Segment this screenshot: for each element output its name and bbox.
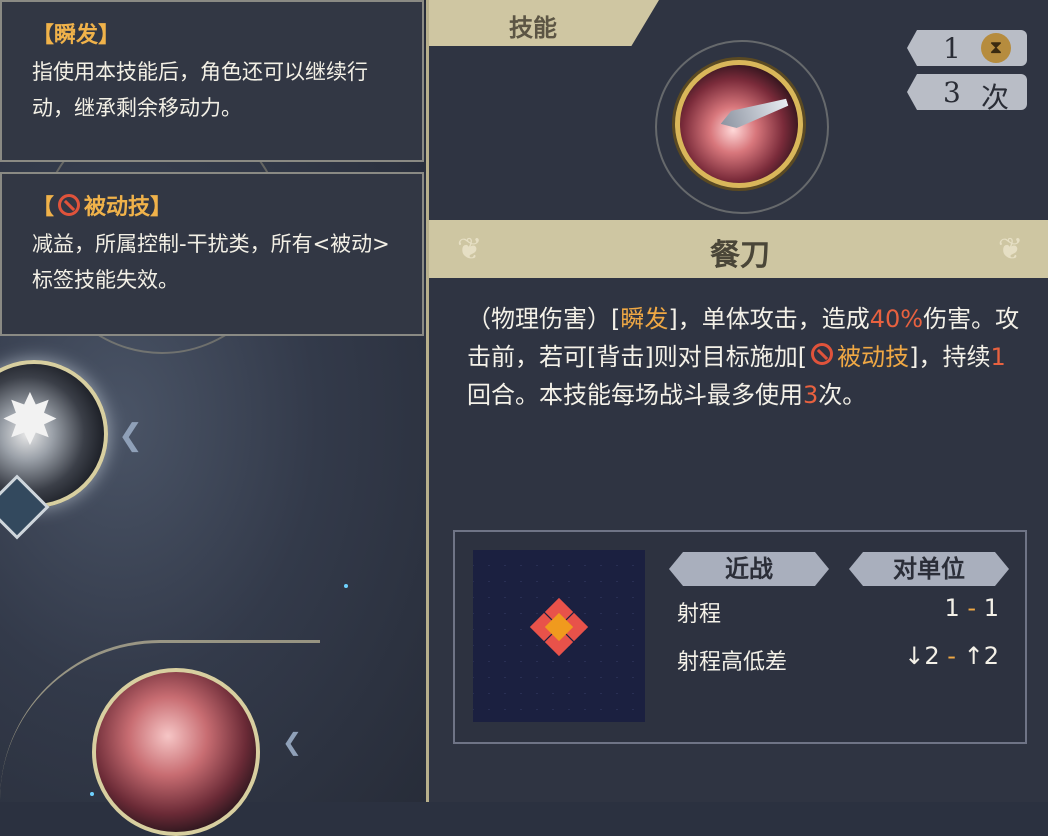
tab-skill-label: 技能 — [509, 14, 557, 42]
skill-orb-bottom[interactable] — [92, 668, 260, 836]
desc-text: 回合。本技能每场战斗最多使用 — [467, 381, 803, 409]
range-label: 射程 — [677, 602, 722, 627]
uses-value: 3 — [943, 76, 961, 109]
tooltip-title-main: 被动技 — [84, 195, 151, 220]
uses-counter: 3 次 — [907, 74, 1027, 110]
desc-text: ]，单体攻击，造成 — [668, 305, 870, 333]
keyword-instant-link[interactable]: 瞬发 — [620, 305, 668, 333]
keyword-tooltip-instant: 【瞬发】 指使用本技能后，角色还可以继续行动，继承剩余移动力。 — [0, 0, 424, 162]
cooldown-counter: 1 ⧗ — [907, 30, 1027, 66]
skill-description: （物理伤害）[瞬发]，单体攻击，造成40%伤害。攻击前，若可[背击]则对目标施加… — [467, 300, 1027, 414]
max-uses-value: 3 — [803, 381, 819, 409]
star-burst-icon: ✸ — [0, 379, 60, 461]
height-diff-label: 射程高低差 — [677, 650, 788, 675]
height-up: ↑2 — [963, 642, 999, 670]
range-value: 1 - 1 — [944, 594, 999, 622]
uses-unit: 次 — [981, 81, 1010, 114]
hourglass-icon: ⧗ — [981, 33, 1011, 63]
keyword-tooltip-passive-block: 【 被动技 】 减益，所属控制-干扰类，所有<被动>标签技能失效。 — [0, 172, 424, 336]
tooltip-title-close: 】 — [150, 195, 173, 220]
desc-text: 次。 — [818, 381, 867, 409]
tooltip-title: 【 被动技 】 — [32, 190, 402, 220]
cooldown-value: 1 — [943, 32, 961, 65]
skill-name: 餐刀 — [710, 238, 770, 273]
tab-skill[interactable]: 技能 — [429, 0, 659, 46]
chevron-left-icon: ❮ — [118, 418, 144, 453]
height-down: ↓2 — [904, 642, 940, 670]
tooltip-title: 【瞬发】 — [32, 23, 121, 48]
duration-value: 1 — [990, 343, 1006, 371]
ban-icon — [58, 194, 81, 216]
range-min: 1 — [944, 594, 960, 622]
range-sep: - — [967, 594, 977, 622]
height-sep: - — [947, 642, 956, 670]
height-diff-value: ↓2 - ↑2 — [904, 642, 999, 670]
range-grid — [473, 550, 645, 722]
tag-melee: 近战 — [669, 552, 829, 586]
ban-icon — [811, 343, 834, 365]
skill-detail-panel: 技能 1 ⧗ 3 次 ❦ ❦ 餐刀 （物理伤害）[瞬发]，单体攻击，造成40%伤… — [426, 0, 1048, 802]
range-info-box: 近战 对单位 射程 1 - 1 射程高低差 ↓2 - ↑2 — [453, 530, 1027, 744]
range-max: 1 — [983, 594, 999, 622]
damage-percent: 40% — [869, 305, 924, 333]
desc-text: ]，持续 — [909, 343, 991, 371]
keyword-passive-block-link[interactable]: 被动技 — [837, 343, 909, 371]
tooltip-title-open: 【 — [32, 195, 55, 220]
sparkle — [90, 792, 94, 796]
tag-single-target: 对单位 — [849, 552, 1009, 586]
desc-text: （物理伤害）[ — [467, 305, 621, 333]
tooltip-text: 指使用本技能后，角色还可以继续行动，继承剩余移动力。 — [32, 60, 368, 120]
skill-name-bar: ❦ ❦ 餐刀 — [429, 220, 1048, 278]
tooltip-text: 减益，所属控制-干扰类，所有<被动>标签技能失效。 — [32, 232, 390, 292]
sparkle — [344, 584, 348, 588]
